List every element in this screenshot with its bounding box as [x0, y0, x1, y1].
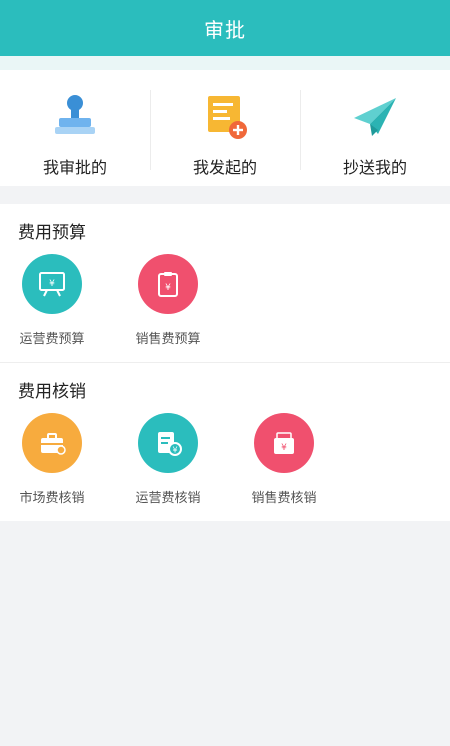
quick-action-cc-me[interactable]: 抄送我的 [300, 70, 450, 186]
svg-text:¥: ¥ [165, 283, 171, 293]
quick-action-my-approvals[interactable]: 我审批的 [0, 70, 150, 186]
header-divider-strip [0, 56, 450, 70]
section-expense-verification: 费用核销 市场费核销 ¥ 运营费核销 ¥ 销售费核销 [0, 363, 450, 521]
app-icon-circle: ¥ [138, 254, 198, 314]
presentation-board-icon: ¥ [39, 272, 65, 297]
app-icon-circle [22, 413, 82, 473]
stamp-icon [55, 95, 95, 134]
receipt-yuan-icon: ¥ [158, 432, 182, 456]
app-icon-circle: ¥ [22, 254, 82, 314]
svg-text:¥: ¥ [49, 279, 55, 289]
paper-plane-icon [354, 98, 396, 136]
app-operations-verification[interactable]: ¥ 运营费核销 [113, 413, 223, 506]
document-add-icon [208, 96, 247, 139]
app-operations-budget[interactable]: ¥ 运营费预算 [0, 254, 107, 347]
app-sales-verification[interactable]: ¥ 销售费核销 [229, 413, 339, 506]
quick-action-initiated[interactable]: 我发起的 [150, 70, 300, 186]
app-header: 审批 [0, 0, 450, 56]
app-grid: ¥ 运营费预算 ¥ 销售费预算 [0, 254, 450, 354]
clipboard-calculator-icon: ¥ [158, 272, 178, 297]
page-title: 审批 [204, 17, 246, 42]
svg-text:¥: ¥ [172, 446, 177, 455]
section-title: 费用预算 [18, 223, 86, 243]
section-title: 费用核销 [18, 382, 86, 402]
app-grid: 市场费核销 ¥ 运营费核销 ¥ 销售费核销 [0, 413, 450, 513]
app-icon-circle: ¥ [254, 413, 314, 473]
section-expense-budget: 费用预算 ¥ 运营费预算 ¥ 销售费预算 [0, 204, 450, 362]
svg-text:¥: ¥ [281, 443, 287, 453]
app-icon-circle: ¥ [138, 413, 198, 473]
wallet-yuan-icon: ¥ [274, 432, 294, 454]
app-sales-budget[interactable]: ¥ 销售费预算 [113, 254, 223, 347]
quick-actions-bar: 我审批的 我发起的 抄送我的 [0, 70, 450, 186]
app-market-verification[interactable]: 市场费核销 [0, 413, 107, 506]
briefcase-icon [41, 433, 66, 455]
